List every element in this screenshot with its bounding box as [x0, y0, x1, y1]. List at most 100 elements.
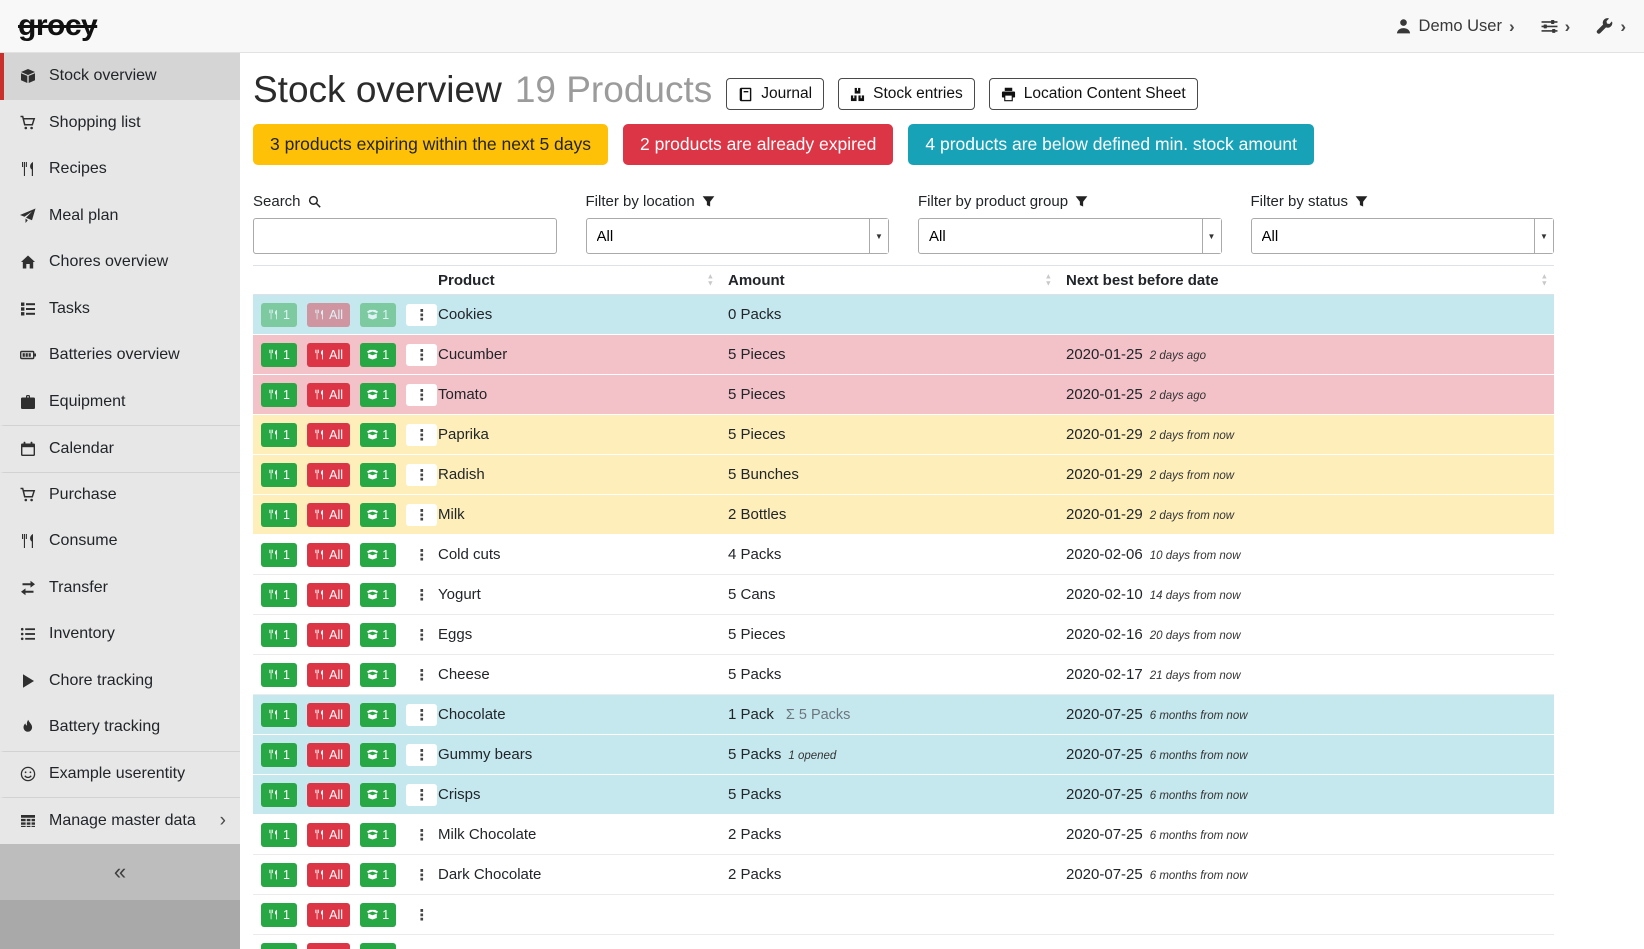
sidebar-item-calendar[interactable]: Calendar [0, 425, 240, 472]
below-min-stock-banner[interactable]: 4 products are below defined min. stock … [908, 124, 1314, 165]
consume-one-button[interactable]: 1 [261, 623, 297, 647]
expired-banner[interactable]: 2 products are already expired [623, 124, 893, 165]
open-one-button[interactable]: 1 [360, 423, 396, 447]
consume-one-button[interactable]: 1 [261, 663, 297, 687]
sidebar-item-manage-master-data[interactable]: Manage master data › [0, 797, 240, 844]
stock-entries-button[interactable]: Stock entries [838, 78, 975, 110]
consume-one-button[interactable]: 1 [261, 743, 297, 767]
open-one-button[interactable]: 1 [360, 623, 396, 647]
sidebar-item-shopping-list[interactable]: Shopping list [0, 100, 240, 147]
open-one-button[interactable]: 1 [360, 543, 396, 567]
sort-icon[interactable]: ▲▼ [1541, 274, 1548, 287]
row-menu-button[interactable]: ⋮ [406, 624, 437, 646]
row-menu-button[interactable]: ⋮ [406, 504, 437, 526]
open-one-button[interactable]: 1 [360, 743, 396, 767]
consume-one-button[interactable]: 1 [261, 303, 297, 327]
open-one-button[interactable]: 1 [360, 943, 396, 949]
product-group-select[interactable]: All [918, 218, 1222, 254]
sidebar-item-chores-overview[interactable]: Chores overview [0, 239, 240, 286]
sidebar-item-purchase[interactable]: Purchase [0, 472, 240, 519]
consume-one-button[interactable]: 1 [261, 383, 297, 407]
sidebar-item-tasks[interactable]: Tasks [0, 286, 240, 333]
open-one-button[interactable]: 1 [360, 463, 396, 487]
row-menu-button[interactable]: ⋮ [406, 424, 437, 446]
consume-all-button[interactable]: All [307, 543, 350, 567]
consume-all-button[interactable]: All [307, 423, 350, 447]
consume-all-button[interactable]: All [307, 783, 350, 807]
consume-all-button[interactable]: All [307, 743, 350, 767]
sidebar-item-transfer[interactable]: Transfer [0, 565, 240, 612]
consume-all-button[interactable]: All [307, 903, 350, 927]
app-logo[interactable]: grocy [18, 9, 97, 43]
row-menu-button[interactable]: ⋮ [406, 464, 437, 486]
consume-all-button[interactable]: All [307, 863, 350, 887]
admin-menu[interactable]: › [1596, 18, 1626, 35]
open-one-button[interactable]: 1 [360, 383, 396, 407]
consume-all-button[interactable]: All [307, 343, 350, 367]
sidebar-item-recipes[interactable]: Recipes [0, 146, 240, 193]
sidebar-item-example-userentity[interactable]: Example userentity [0, 751, 240, 798]
sidebar-collapse-button[interactable]: « [0, 844, 240, 900]
sidebar-item-stock-overview[interactable]: Stock overview [0, 53, 240, 100]
consume-one-button[interactable]: 1 [261, 903, 297, 927]
sidebar-item-consume[interactable]: Consume [0, 518, 240, 565]
sidebar-item-inventory[interactable]: Inventory [0, 611, 240, 658]
consume-one-button[interactable]: 1 [261, 823, 297, 847]
open-one-button[interactable]: 1 [360, 823, 396, 847]
row-menu-button[interactable]: ⋮ [406, 944, 437, 949]
open-one-button[interactable]: 1 [360, 903, 396, 927]
row-menu-button[interactable]: ⋮ [406, 824, 437, 846]
consume-all-button[interactable]: All [307, 623, 350, 647]
row-menu-button[interactable]: ⋮ [406, 664, 437, 686]
row-menu-button[interactable]: ⋮ [406, 584, 437, 606]
status-select[interactable]: All [1251, 218, 1555, 254]
consume-one-button[interactable]: 1 [261, 543, 297, 567]
row-menu-button[interactable]: ⋮ [406, 384, 437, 406]
consume-one-button[interactable]: 1 [261, 583, 297, 607]
sidebar-item-batteries-overview[interactable]: Batteries overview [0, 332, 240, 379]
consume-all-button[interactable]: All [307, 943, 350, 949]
consume-one-button[interactable]: 1 [261, 463, 297, 487]
consume-all-button[interactable]: All [307, 583, 350, 607]
sidebar-item-chore-tracking[interactable]: Chore tracking [0, 658, 240, 705]
consume-one-button[interactable]: 1 [261, 863, 297, 887]
consume-all-button[interactable]: All [307, 383, 350, 407]
user-menu[interactable]: Demo User › [1395, 17, 1515, 36]
row-menu-button[interactable]: ⋮ [406, 544, 437, 566]
sort-icon[interactable]: ▲▼ [707, 274, 714, 287]
open-one-button[interactable]: 1 [360, 863, 396, 887]
open-one-button[interactable]: 1 [360, 503, 396, 527]
open-one-button[interactable]: 1 [360, 343, 396, 367]
sidebar-item-meal-plan[interactable]: Meal plan [0, 193, 240, 240]
consume-all-button[interactable]: All [307, 303, 350, 327]
location-select[interactable]: All [586, 218, 890, 254]
row-menu-button[interactable]: ⋮ [406, 864, 437, 886]
location-content-sheet-button[interactable]: Location Content Sheet [989, 78, 1198, 110]
consume-all-button[interactable]: All [307, 463, 350, 487]
consume-one-button[interactable]: 1 [261, 503, 297, 527]
consume-all-button[interactable]: All [307, 703, 350, 727]
consume-one-button[interactable]: 1 [261, 343, 297, 367]
row-menu-button[interactable]: ⋮ [406, 904, 437, 926]
open-one-button[interactable]: 1 [360, 303, 396, 327]
sidebar-item-battery-tracking[interactable]: Battery tracking [0, 704, 240, 751]
row-menu-button[interactable]: ⋮ [406, 304, 437, 326]
open-one-button[interactable]: 1 [360, 663, 396, 687]
consume-all-button[interactable]: All [307, 663, 350, 687]
open-one-button[interactable]: 1 [360, 783, 396, 807]
journal-button[interactable]: Journal [726, 78, 824, 110]
consume-one-button[interactable]: 1 [261, 423, 297, 447]
row-menu-button[interactable]: ⋮ [406, 784, 437, 806]
settings-menu[interactable]: › [1541, 18, 1571, 35]
row-menu-button[interactable]: ⋮ [406, 344, 437, 366]
consume-all-button[interactable]: All [307, 823, 350, 847]
sidebar-item-equipment[interactable]: Equipment [0, 379, 240, 426]
consume-one-button[interactable]: 1 [261, 703, 297, 727]
consume-all-button[interactable]: All [307, 503, 350, 527]
search-input[interactable] [253, 218, 557, 254]
open-one-button[interactable]: 1 [360, 583, 396, 607]
row-menu-button[interactable]: ⋮ [406, 744, 437, 766]
expiring-banner[interactable]: 3 products expiring within the next 5 da… [253, 124, 608, 165]
consume-one-button[interactable]: 1 [261, 783, 297, 807]
row-menu-button[interactable]: ⋮ [406, 704, 437, 726]
